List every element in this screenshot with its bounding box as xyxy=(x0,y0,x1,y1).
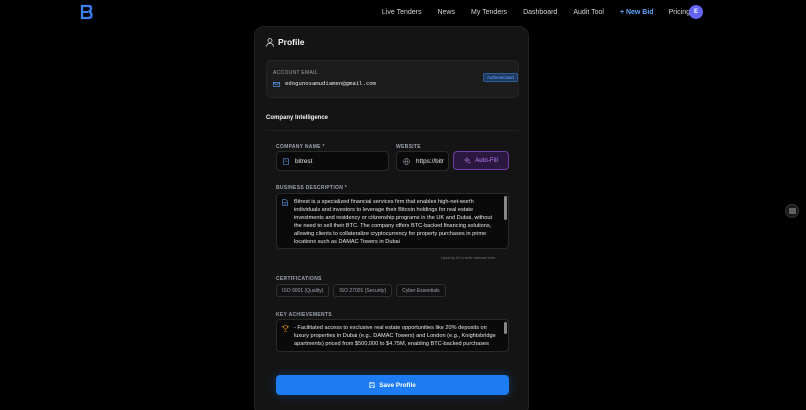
email-text: edogunosamudiamen@gmail.com xyxy=(285,81,376,87)
nav-new-bid[interactable]: + New Bid xyxy=(620,9,654,16)
sparkle-icon xyxy=(464,157,471,164)
authenticated-badge: Authenticated xyxy=(483,73,518,82)
logo-icon[interactable] xyxy=(79,4,93,20)
auto-fill-label: Auto-Fill xyxy=(475,157,498,164)
company-name-input[interactable]: bitrest xyxy=(276,151,389,171)
account-email-box: ACCOUNT EMAIL edogunosamudiamen@gmail.co… xyxy=(266,60,519,98)
profile-card: Profile ACCOUNT EMAIL edogunosamudiamen@… xyxy=(254,26,529,410)
nav-dashboard[interactable]: Dashboard xyxy=(523,9,557,16)
globe-icon xyxy=(403,157,410,165)
nav-live-tenders[interactable]: Live Tenders xyxy=(382,9,422,16)
certification-chip[interactable]: ISO 27001 (Security) xyxy=(333,284,393,297)
building-icon xyxy=(283,157,289,165)
company-name-label: COMPANY NAME * xyxy=(276,144,325,150)
user-icon xyxy=(266,37,274,47)
profile-title-text: Profile xyxy=(278,37,305,47)
document-icon xyxy=(282,199,288,206)
certification-chip[interactable]: ISO 9001 (Quality) xyxy=(276,284,330,297)
auto-fill-button[interactable]: Auto-Fill xyxy=(453,151,509,170)
website-value: https://bitr xyxy=(416,157,445,165)
business-description-label: BUSINESS DESCRIPTION * xyxy=(276,185,348,191)
mail-icon xyxy=(273,81,280,87)
nav-my-tenders[interactable]: My Tenders xyxy=(471,9,507,16)
business-description-textarea[interactable]: Bitrest is a specialized financial servi… xyxy=(276,193,509,249)
account-email-label: ACCOUNT EMAIL xyxy=(273,70,318,76)
trophy-icon xyxy=(282,325,289,332)
certifications-label: CERTIFICATIONS xyxy=(276,276,322,282)
description-scrollbar[interactable] xyxy=(504,196,507,220)
account-email-value: edogunosamudiamen@gmail.com xyxy=(273,81,376,87)
business-description-text: Bitrest is a specialized financial servi… xyxy=(294,199,493,245)
avatar[interactable]: E xyxy=(689,5,703,19)
certifications-list: ISO 9001 (Quality) ISO 27001 (Security) … xyxy=(276,284,446,297)
nav-news[interactable]: News xyxy=(437,9,455,16)
save-icon xyxy=(369,382,376,388)
key-achievements-textarea[interactable]: - Facilitated access to exclusive real e… xyxy=(276,319,509,352)
top-nav: Live Tenders News My Tenders Dashboard A… xyxy=(0,0,806,24)
side-menu-button[interactable] xyxy=(785,204,799,218)
nav-audit-tool[interactable]: Audit Tool xyxy=(573,9,604,16)
website-label: WEBSITE xyxy=(396,144,421,150)
company-intelligence-title: Company Intelligence xyxy=(266,115,329,121)
company-name-value: bitrest xyxy=(295,157,313,165)
description-hint: Used by AI to write relevant bids xyxy=(441,256,496,260)
key-achievements-text: - Facilitated access to exclusive real e… xyxy=(294,325,496,347)
save-profile-button[interactable]: Save Profile xyxy=(276,375,509,395)
save-profile-label: Save Profile xyxy=(379,381,416,389)
achievements-scrollbar[interactable] xyxy=(504,322,507,334)
key-achievements-label: KEY ACHIEVEMENTS xyxy=(276,312,332,318)
nav-links: Live Tenders News My Tenders Dashboard A… xyxy=(366,0,690,24)
website-input[interactable]: https://bitr xyxy=(396,151,449,171)
certification-chip[interactable]: Cyber Essentials xyxy=(396,284,446,297)
nav-pricing[interactable]: Pricing xyxy=(669,9,690,16)
section-divider xyxy=(266,130,519,131)
profile-title: Profile xyxy=(266,37,304,47)
menu-icon xyxy=(788,208,796,214)
